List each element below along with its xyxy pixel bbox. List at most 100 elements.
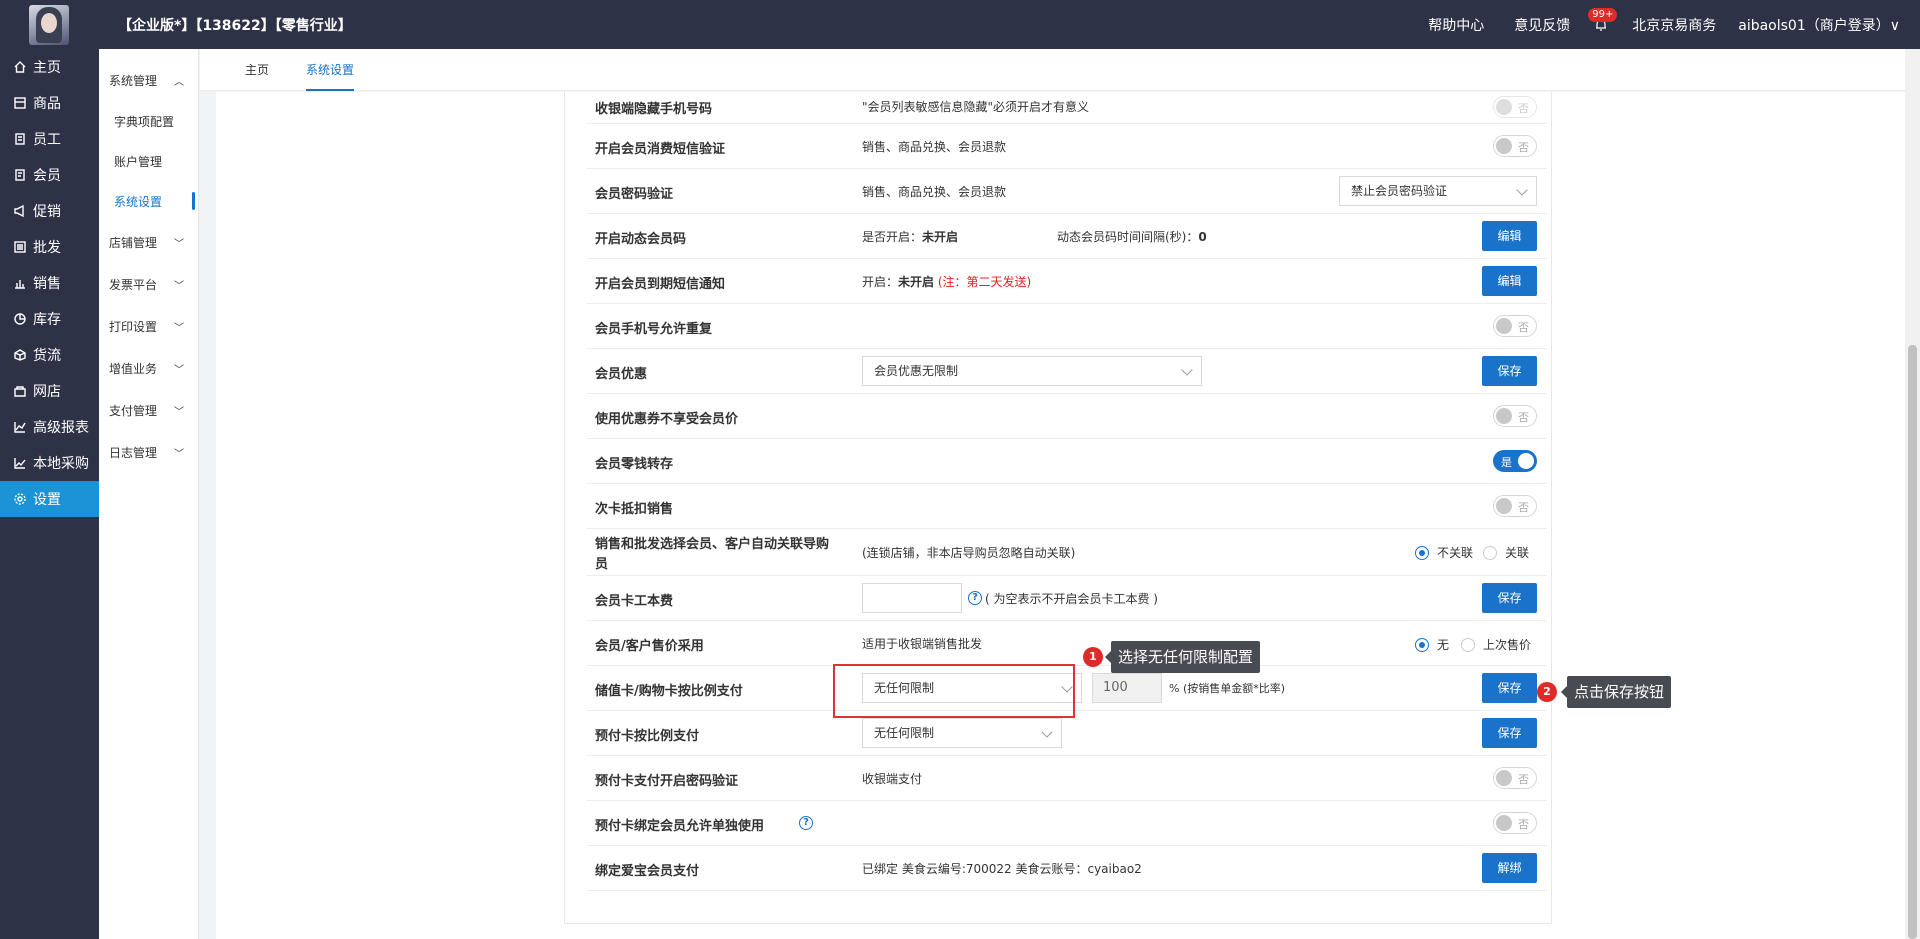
feedback-link[interactable]: 意见反馈 <box>1514 15 1570 35</box>
top-right-menu: 帮助中心 意见反馈 99+ 北京京易商务 aibaols01（商户登录）∨ <box>1398 8 1900 35</box>
chevron-down-icon <box>1041 726 1053 738</box>
sidebar-item-promo[interactable]: 促销 <box>0 193 99 229</box>
radio-associate[interactable]: 关联 <box>1483 544 1529 561</box>
unbind-button[interactable]: 解绑 <box>1482 853 1537 883</box>
toggle-switch[interactable]: 否 <box>1493 405 1537 427</box>
subnav-group-payment[interactable]: 支付管理 ﹀ <box>99 389 198 431</box>
step-badge: 2 <box>1537 682 1557 702</box>
toggle-switch[interactable]: 否 <box>1493 495 1537 517</box>
sidebar-item-member[interactable]: 会员 <box>0 157 99 193</box>
box-icon <box>13 96 27 110</box>
setting-row: 会员卡工本费 ? ( 为空表示不开启会员卡工本费 ) 保存 <box>587 576 1547 621</box>
scrollbar-thumb[interactable] <box>1908 345 1917 939</box>
member-discount-select[interactable]: 会员优惠无限制 <box>862 356 1202 386</box>
bell-icon[interactable]: 99+ <box>1588 8 1618 32</box>
trend-icon <box>13 456 27 470</box>
help-icon[interactable]: ? <box>799 816 813 830</box>
tooltip: 选择无任何限制配置 <box>1104 641 1261 673</box>
edit-button[interactable]: 编辑 <box>1482 266 1537 296</box>
setting-row: 会员手机号允许重复 否 <box>587 304 1547 349</box>
sub-sidebar: 系统管理 ︿ 字典项配置 账户管理 系统设置 店铺管理 ﹀ 发票平台 ﹀ 打印设置 ﹀ … <box>99 49 199 939</box>
sidebar-item-goods[interactable]: 商品 <box>0 85 99 121</box>
cube-icon <box>13 348 27 362</box>
bar-chart-icon <box>13 276 27 290</box>
subnav-account[interactable]: 账户管理 <box>99 141 198 181</box>
sidebar-item-reports[interactable]: 高级报表 <box>0 409 99 445</box>
radio-last-price[interactable]: 上次售价 <box>1461 636 1531 653</box>
subnav-group-invoice[interactable]: 发票平台 ﹀ <box>99 263 198 305</box>
setting-row: 会员零钱转存 是 <box>587 439 1547 484</box>
app-title: 【企业版*】【138622】【零售行业】 <box>118 18 352 34</box>
subnav-group-system[interactable]: 系统管理 ︿ <box>99 59 198 101</box>
step-badge: 1 <box>1083 647 1103 667</box>
pie-icon <box>13 312 27 326</box>
prepaid-ratio-select[interactable]: 无任何限制 <box>862 718 1062 748</box>
setting-row: 会员密码验证 销售、商品兑换、会员退款 禁止会员密码验证 <box>587 169 1547 214</box>
toggle-switch[interactable]: 否 <box>1493 96 1537 118</box>
toggle-switch[interactable]: 否 <box>1493 767 1537 789</box>
setting-row: 预付卡支付开启密码验证 收银端支付 否 <box>587 756 1547 801</box>
chevron-down-icon: ﹀ <box>174 322 184 334</box>
edit-button[interactable]: 编辑 <box>1482 221 1537 251</box>
toggle-switch[interactable]: 否 <box>1493 135 1537 157</box>
toggle-switch[interactable]: 是 <box>1493 450 1537 472</box>
toggle-switch[interactable]: 否 <box>1493 812 1537 834</box>
tab-home[interactable]: 主页 <box>245 49 269 91</box>
megaphone-icon <box>13 204 27 218</box>
line-chart-icon <box>13 420 27 434</box>
subnav-dictionary[interactable]: 字典项配置 <box>99 101 198 141</box>
scrollbar[interactable] <box>1905 49 1920 939</box>
sidebar-item-eshop[interactable]: 网店 <box>0 373 99 409</box>
chevron-down-icon: ﹀ <box>174 406 184 418</box>
help-center-link[interactable]: 帮助中心 <box>1428 15 1484 35</box>
sidebar-item-staff[interactable]: 员工 <box>0 121 99 157</box>
card-fee-input[interactable] <box>862 583 962 613</box>
save-button[interactable]: 保存 <box>1482 718 1537 748</box>
tab-bar: 主页 系统设置 <box>200 49 1905 91</box>
subnav-group-print[interactable]: 打印设置 ﹀ <box>99 305 198 347</box>
chevron-down-icon: ﹀ <box>174 238 184 250</box>
company-name[interactable]: 北京京易商务 <box>1632 15 1716 35</box>
member-icon <box>13 168 27 182</box>
sidebar-item-home[interactable]: 主页 <box>0 49 99 85</box>
sidebar-item-wholesale[interactable]: 批发 <box>0 229 99 265</box>
highlight-box <box>833 664 1075 718</box>
chevron-down-icon: ﹀ <box>174 448 184 460</box>
sidebar-item-sales[interactable]: 销售 <box>0 265 99 301</box>
radio-none[interactable]: 无 <box>1415 636 1449 653</box>
setting-row: 开启动态会员码 是否开启：未开启 动态会员码时间间隔(秒)：0 编辑 <box>587 214 1547 259</box>
chevron-up-icon: ︿ <box>174 76 184 88</box>
tab-system-settings[interactable]: 系统设置 <box>296 49 364 91</box>
sidebar-item-logistics[interactable]: 货流 <box>0 337 99 373</box>
avatar[interactable] <box>29 5 69 45</box>
list-icon <box>13 240 27 254</box>
main-sidebar: 主页 商品 员工 会员 促销 批发 销售 库存 货流 网店 高级报表 本地采购 … <box>0 49 99 939</box>
content-area: 收银端隐藏手机号码 "会员列表敏感信息隐藏"必须开启才有意义 否 开启会员消费短… <box>216 92 1905 939</box>
save-button[interactable]: 保存 <box>1482 673 1537 703</box>
save-button[interactable]: 保存 <box>1482 583 1537 613</box>
sidebar-item-stock[interactable]: 库存 <box>0 301 99 337</box>
sidebar-item-purchase[interactable]: 本地采购 <box>0 445 99 481</box>
user-menu[interactable]: aibaols01（商户登录）∨ <box>1738 15 1900 35</box>
radio-not-associate[interactable]: 不关联 <box>1415 544 1473 561</box>
toggle-switch[interactable]: 否 <box>1493 315 1537 337</box>
setting-row: 收银端隐藏手机号码 "会员列表敏感信息隐藏"必须开启才有意义 否 <box>587 92 1547 124</box>
gear-icon <box>13 492 27 506</box>
setting-row: 开启会员消费短信验证 销售、商品兑换、会员退款 否 <box>587 124 1547 169</box>
ratio-input[interactable]: 100 <box>1092 673 1162 703</box>
setting-row: 会员优惠 会员优惠无限制 保存 <box>587 349 1547 394</box>
shop-icon <box>13 384 27 398</box>
setting-row: 绑定爱宝会员支付 已绑定 美食云编号:700022 美食云账号：cyaibao2… <box>587 846 1547 891</box>
save-button[interactable]: 保存 <box>1482 356 1537 386</box>
notification-badge: 99+ <box>1588 8 1618 22</box>
password-verify-select[interactable]: 禁止会员密码验证 <box>1339 176 1537 206</box>
subnav-group-logs[interactable]: 日志管理 ﹀ <box>99 431 198 473</box>
chevron-down-icon <box>1516 184 1528 196</box>
subnav-group-store[interactable]: 店铺管理 ﹀ <box>99 221 198 263</box>
chevron-down-icon: ﹀ <box>174 280 184 292</box>
subnav-group-value-added[interactable]: 增值业务 ﹀ <box>99 347 198 389</box>
subnav-system-settings[interactable]: 系统设置 <box>99 181 198 221</box>
home-icon <box>13 60 27 74</box>
sidebar-item-settings[interactable]: 设置 <box>0 481 99 517</box>
help-icon[interactable]: ? <box>968 591 982 605</box>
